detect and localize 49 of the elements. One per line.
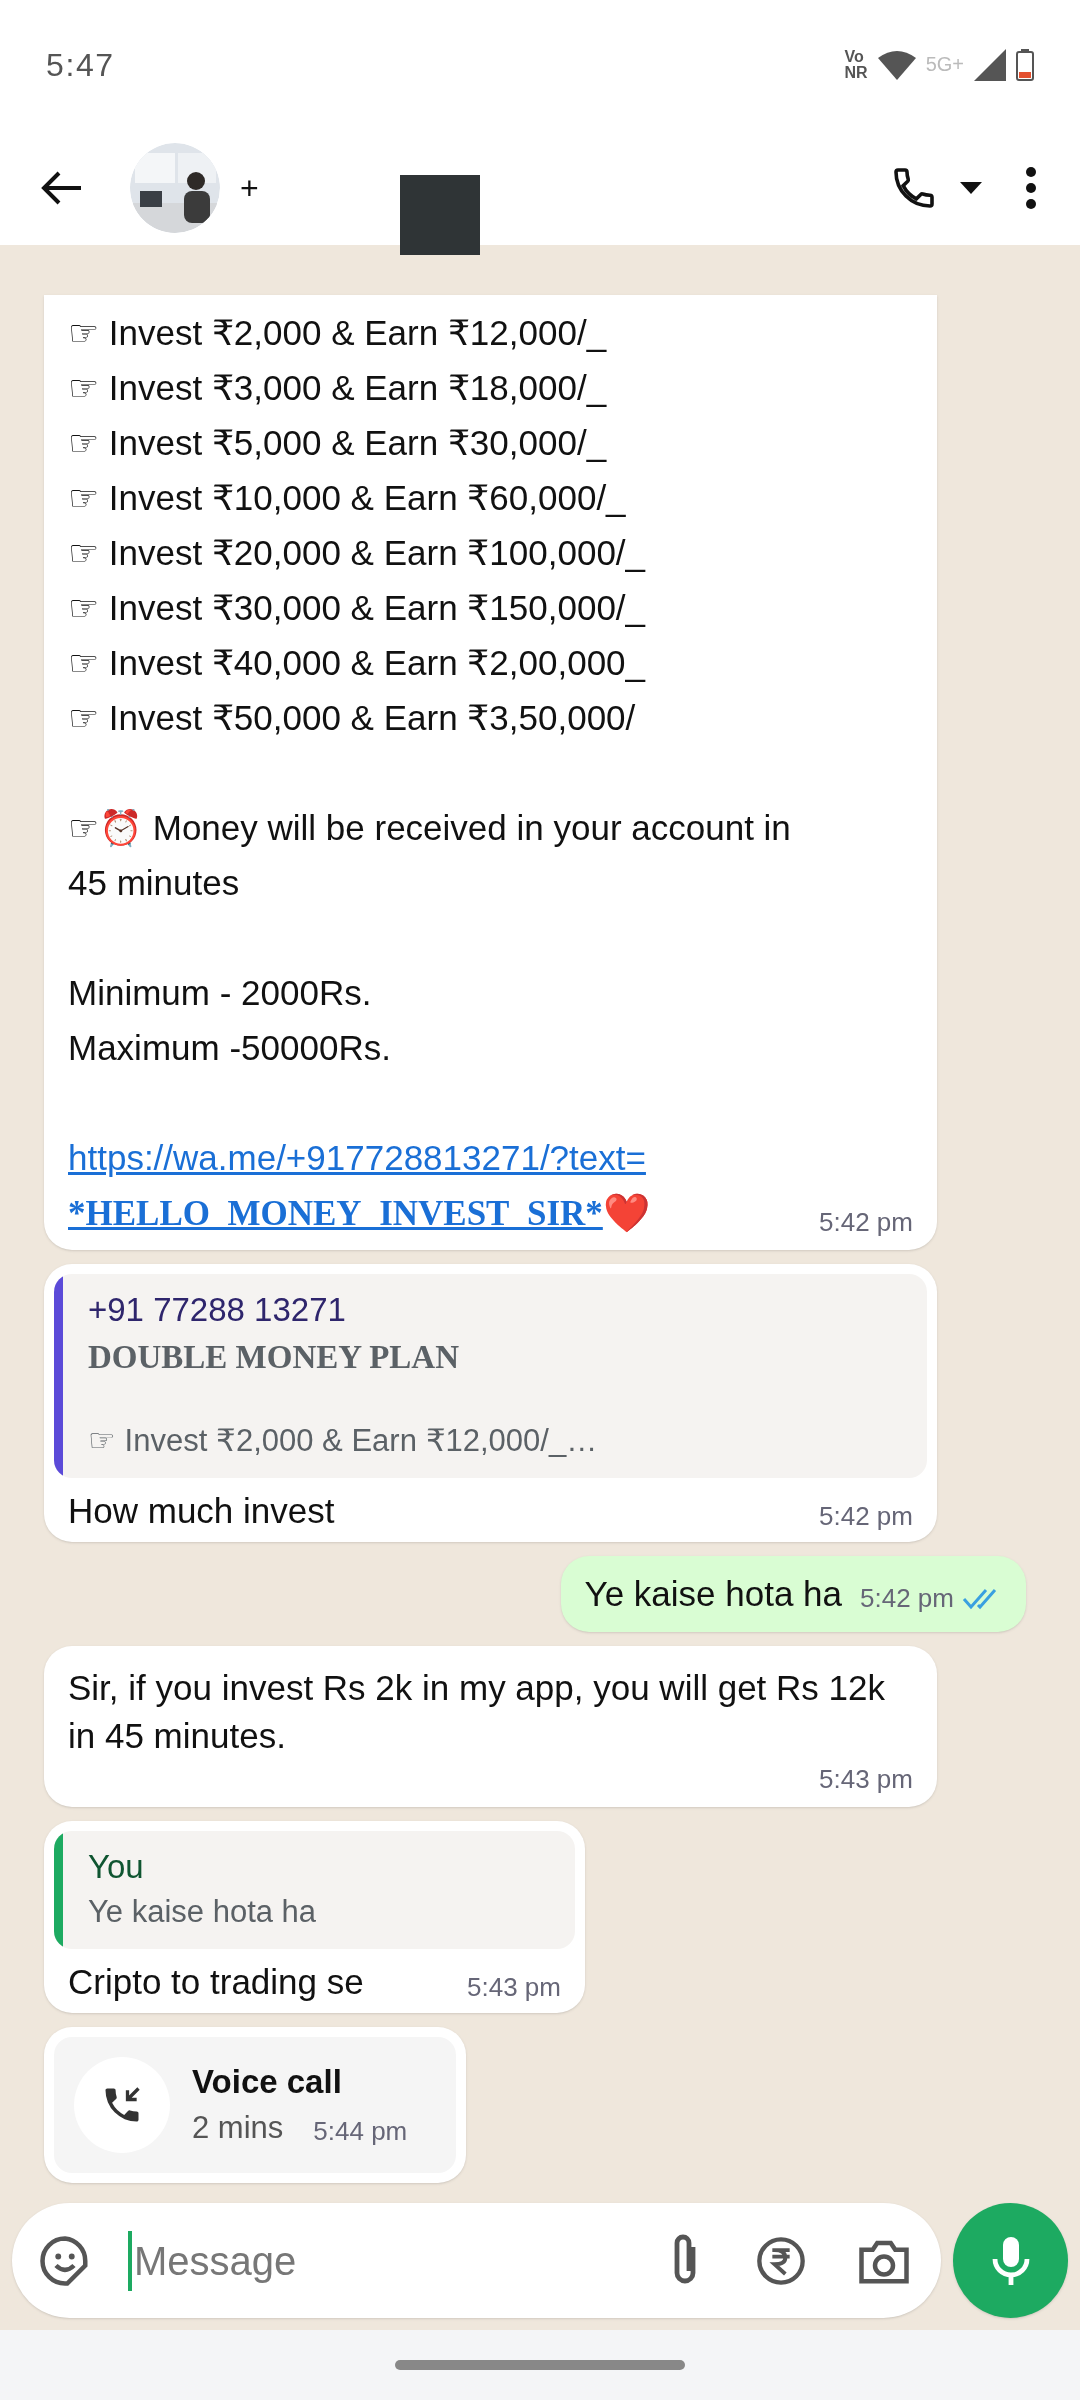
message-text: Minimum - 2000Rs. (68, 972, 373, 1014)
message-time: 5:43 pm (819, 1763, 913, 1796)
wifi-icon (877, 50, 916, 80)
message-time: 5:43 pm (467, 1971, 561, 2004)
quote-title: DOUBLE MONEY PLAN (88, 1338, 460, 1377)
status-time: 5:47 (46, 46, 115, 85)
message-text: Ye kaise hota ha (584, 1573, 843, 1615)
signal-icon (974, 49, 1006, 81)
rupee-icon[interactable] (755, 2234, 807, 2287)
message-input[interactable]: Message (128, 2230, 665, 2291)
caret-icon (960, 181, 982, 194)
quoted-message[interactable]: +91 77288 13271 DOUBLE MONEY PLAN ☞ Invest ₹2,000 & Earn ₹12,000/_… (54, 1274, 927, 1478)
battery-icon (1016, 49, 1034, 81)
message-link[interactable]: *HELLO_MONEY_INVEST_SIR* (68, 1186, 603, 1241)
message-text: ☞ Invest ₹10,000 & Earn ₹60,000/_ (68, 477, 627, 519)
message-text: ☞ Invest ₹50,000 & Earn ₹3,50,000/ (68, 697, 637, 739)
quote-snippet: Ye kaise hota ha (88, 1893, 317, 1931)
quote-snippet: ☞ Invest ₹2,000 & Earn ₹12,000/_… (88, 1422, 598, 1460)
message-text: ☞ Invest ₹20,000 & Earn ₹100,000/_ (68, 532, 647, 574)
message-text: ☞ Invest ₹2,000 & Earn ₹12,000/_ (68, 312, 608, 354)
message-text: Maximum -50000Rs. (68, 1027, 392, 1069)
call-duration: 2 mins (192, 2109, 284, 2147)
quote-sender: You (88, 1847, 145, 1887)
message-text: ☞⏰ Money will be received in your account in 45 minutes (68, 807, 792, 904)
quote-sender: +91 77288 13271 (88, 1290, 347, 1330)
message-time: 5:42 pm (819, 1206, 913, 1239)
back-arrow-icon (41, 169, 83, 206)
quoted-message[interactable]: You Ye kaise hota ha (54, 1831, 575, 1949)
heart-emoji: ❤ (602, 1190, 650, 1237)
network-label: 5G+ (925, 52, 964, 77)
message-text: ☞ Invest ₹30,000 & Earn ₹150,000/_ (68, 587, 647, 629)
message-text: Sir, if you invest Rs 2k in my app, you will get Rs 12k in 45 minutes. (68, 1668, 885, 1755)
message-text: ☞ Invest ₹3,000 & Earn ₹18,000/_ (68, 367, 608, 409)
message-field[interactable]: Message (12, 2203, 941, 2318)
message-time: 5:42 pm (819, 1500, 913, 1533)
message-time: 5:42 pm (860, 1582, 954, 1615)
message-text: Cripto to trading se (68, 1961, 364, 2003)
message-text: ☞ Invest ₹5,000 & Earn ₹30,000/_ (68, 422, 608, 464)
message-time: 5:44 pm (313, 2115, 408, 2148)
volte-label: NR (844, 65, 868, 81)
kebab-menu-icon (1025, 165, 1037, 210)
volte-label: Vo (844, 49, 865, 65)
message-text: ☞ Invest ₹40,000 & Earn ₹2,00,000_ (68, 642, 647, 684)
microphone-icon (990, 2234, 1031, 2287)
message-text: How much invest (68, 1490, 335, 1532)
message-link[interactable]: https://wa.me/+917728813271/?text= (68, 1130, 913, 1185)
call-card[interactable]: Voice call 2 mins 5:44 pm (54, 2037, 456, 2173)
contact-name[interactable]: + (240, 163, 259, 212)
call-title: Voice call (192, 2062, 343, 2102)
